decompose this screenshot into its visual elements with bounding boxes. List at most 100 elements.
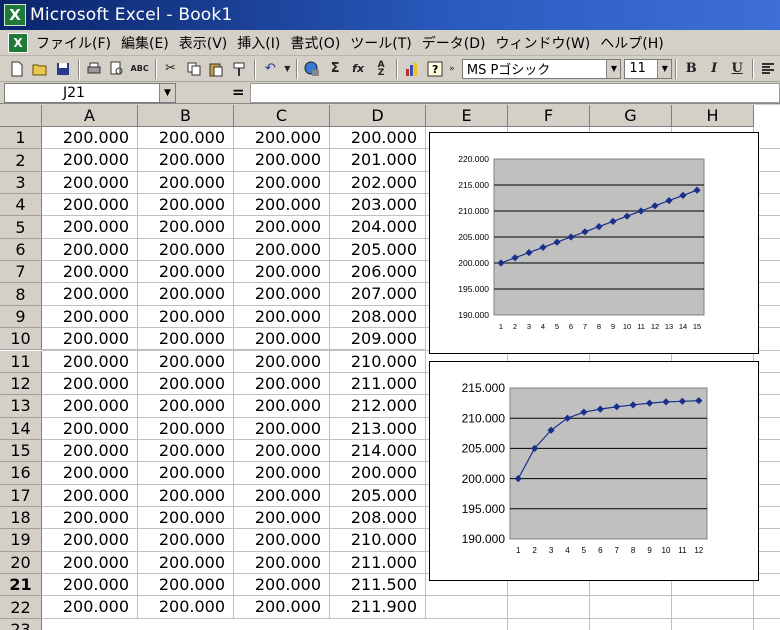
menu-tools[interactable]: ツール(T) <box>345 33 416 53</box>
cell-b4[interactable]: 200.000 <box>138 194 234 217</box>
cell-d11[interactable]: 210.000 <box>330 350 426 373</box>
column-header-h[interactable]: H <box>672 105 754 127</box>
cell-d7[interactable]: 206.000 <box>330 261 426 284</box>
cell-b14[interactable]: 200.000 <box>138 417 234 440</box>
spellcheck-icon[interactable]: ABC <box>129 58 151 80</box>
cell-c18[interactable]: 200.000 <box>234 506 330 530</box>
bold-button[interactable]: B <box>680 58 702 80</box>
row-header-19[interactable]: 19 <box>0 529 42 552</box>
menu-insert[interactable]: 挿入(I) <box>232 33 285 53</box>
italic-button[interactable]: I <box>703 58 725 80</box>
cell-c22[interactable]: 200.000 <box>234 596 330 619</box>
insert-function-icon[interactable]: fx <box>347 58 369 80</box>
cell-a11[interactable]: 200.000 <box>42 350 138 373</box>
row-header-10[interactable]: 10 <box>0 328 42 351</box>
cell-d17[interactable]: 205.000 <box>330 484 426 507</box>
chart-wizard-icon[interactable] <box>401 58 423 80</box>
cut-icon[interactable]: ✂ <box>160 58 182 80</box>
undo-icon[interactable]: ↶ <box>259 58 281 80</box>
cell-a3[interactable]: 200.000 <box>42 171 138 195</box>
select-all-corner[interactable] <box>0 105 42 127</box>
cell-c20[interactable]: 200.000 <box>234 551 330 574</box>
cell-d8[interactable]: 207.000 <box>330 283 426 306</box>
row-header-13[interactable]: 13 <box>0 395 42 418</box>
cell-c19[interactable]: 200.000 <box>234 529 330 552</box>
row-header-22[interactable]: 22 <box>0 596 42 619</box>
row-header-12[interactable]: 12 <box>0 372 42 396</box>
cell-a16[interactable]: 200.000 <box>42 462 138 485</box>
row-header-23[interactable]: 23 <box>0 618 42 630</box>
name-box[interactable]: J21 ▼ <box>4 83 176 103</box>
cell-b17[interactable]: 200.000 <box>138 484 234 507</box>
cell-b7[interactable]: 200.000 <box>138 261 234 284</box>
cell-a1[interactable]: 200.000 <box>42 127 138 150</box>
cell-d19[interactable]: 210.000 <box>330 529 426 552</box>
column-header-a[interactable]: A <box>42 105 138 127</box>
row-header-4[interactable]: 4 <box>0 194 42 217</box>
format-painter-icon[interactable] <box>228 58 250 80</box>
menu-edit[interactable]: 編集(E) <box>116 33 174 53</box>
toolbar-options-icon[interactable]: » <box>447 58 457 80</box>
row-header-17[interactable]: 17 <box>0 484 42 507</box>
menu-window[interactable]: ウィンドウ(W) <box>491 33 596 53</box>
row-header-5[interactable]: 5 <box>0 216 42 239</box>
cell-b20[interactable]: 200.000 <box>138 551 234 574</box>
cell-a2[interactable]: 200.000 <box>42 149 138 172</box>
cell-a12[interactable]: 200.000 <box>42 372 138 396</box>
cell-d2[interactable]: 201.000 <box>330 149 426 172</box>
cell-c4[interactable]: 200.000 <box>234 194 330 217</box>
sort-ascending-icon[interactable]: AZ <box>370 58 392 80</box>
column-header-e[interactable]: E <box>426 105 508 127</box>
autosum-icon[interactable]: Σ <box>324 58 346 80</box>
row-header-2[interactable]: 2 <box>0 149 42 172</box>
new-document-icon[interactable] <box>6 58 28 80</box>
cell-a7[interactable]: 200.000 <box>42 261 138 284</box>
cell-c7[interactable]: 200.000 <box>234 261 330 284</box>
cell-d3[interactable]: 202.000 <box>330 171 426 195</box>
cell-d13[interactable]: 212.000 <box>330 395 426 418</box>
cell-b10[interactable]: 200.000 <box>138 328 234 351</box>
row-header-15[interactable]: 15 <box>0 439 42 463</box>
hyperlink-icon[interactable] <box>301 58 323 80</box>
cell-b1[interactable]: 200.000 <box>138 127 234 150</box>
paste-icon[interactable] <box>205 58 227 80</box>
cell-c13[interactable]: 200.000 <box>234 395 330 418</box>
cell-b22[interactable]: 200.000 <box>138 596 234 619</box>
menu-view[interactable]: 表示(V) <box>174 33 233 53</box>
cell-c17[interactable]: 200.000 <box>234 484 330 507</box>
cell-c11[interactable]: 200.000 <box>234 350 330 373</box>
menu-help[interactable]: ヘルプ(H) <box>595 33 668 53</box>
align-left-icon[interactable] <box>757 58 779 80</box>
cell-c8[interactable]: 200.000 <box>234 283 330 306</box>
cell-d22[interactable]: 211.900 <box>330 596 426 619</box>
cell-a21[interactable]: 200.000 <box>42 574 138 597</box>
cell-d1[interactable]: 200.000 <box>330 127 426 150</box>
cell-c1[interactable]: 200.000 <box>234 127 330 150</box>
chevron-down-icon[interactable]: ▼ <box>657 59 672 78</box>
cell-b8[interactable]: 200.000 <box>138 283 234 306</box>
cell-b13[interactable]: 200.000 <box>138 395 234 418</box>
column-header-g[interactable]: G <box>590 105 672 127</box>
chevron-down-icon[interactable]: ▼ <box>159 84 175 102</box>
cell-a8[interactable]: 200.000 <box>42 283 138 306</box>
cell-b18[interactable]: 200.000 <box>138 506 234 530</box>
chart-2[interactable]: 215.000 210.000 205.000 200.000 195.000 190.0… <box>429 361 759 581</box>
font-size-select[interactable]: 11 ▼ <box>624 58 673 79</box>
row-header-11[interactable]: 11 <box>0 350 42 373</box>
cell-a6[interactable]: 200.000 <box>42 238 138 262</box>
cell-d9[interactable]: 208.000 <box>330 305 426 329</box>
help-icon[interactable]: ? <box>424 58 446 80</box>
excel-app-icon[interactable]: X <box>4 4 26 26</box>
cell-a22[interactable]: 200.000 <box>42 596 138 619</box>
row-header-6[interactable]: 6 <box>0 238 42 262</box>
cell-b15[interactable]: 200.000 <box>138 439 234 463</box>
cell-d14[interactable]: 213.000 <box>330 417 426 440</box>
cell-a20[interactable]: 200.000 <box>42 551 138 574</box>
row-header-14[interactable]: 14 <box>0 417 42 440</box>
cell-c12[interactable]: 200.000 <box>234 372 330 396</box>
cell-d16[interactable]: 200.000 <box>330 462 426 485</box>
cell-a10[interactable]: 200.000 <box>42 328 138 351</box>
row-header-20[interactable]: 20 <box>0 551 42 574</box>
cell-d18[interactable]: 208.000 <box>330 506 426 530</box>
cell-b6[interactable]: 200.000 <box>138 238 234 262</box>
